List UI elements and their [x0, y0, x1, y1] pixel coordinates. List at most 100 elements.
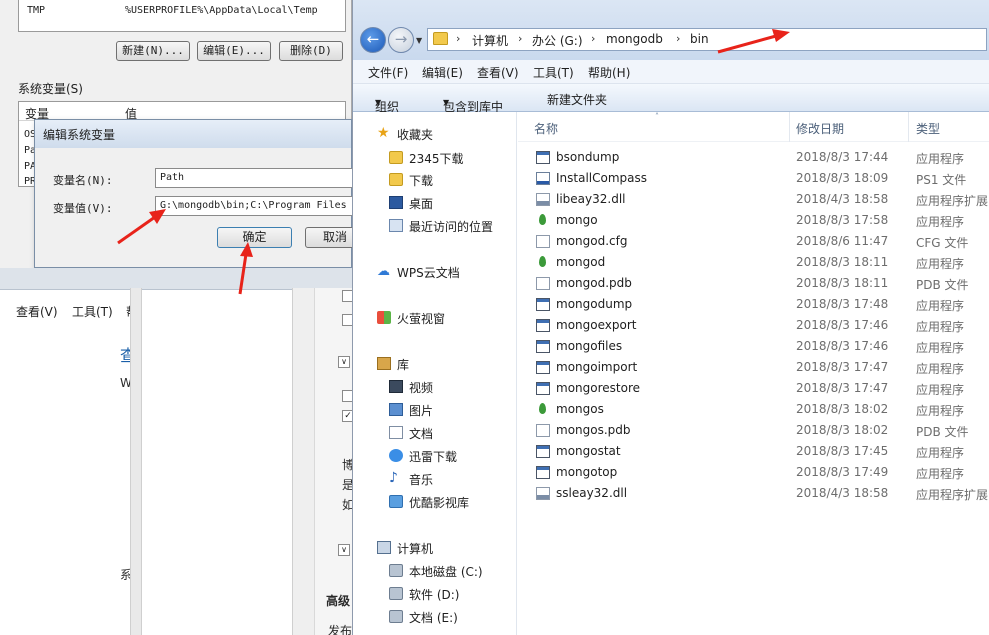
file-modified-date: 2018/8/3 18:02 — [796, 423, 889, 437]
file-row[interactable]: mongod.cfg 2018/8/6 11:47 CFG 文件 — [518, 231, 989, 252]
explorer-window: ← → ▼ › 计算机 › 办公 (G:) › mongodb › bin 文件… — [352, 0, 989, 635]
chevron-down-icon[interactable]: ∨ — [338, 544, 350, 556]
file-row[interactable]: mongos.pdb 2018/8/3 18:02 PDB 文件 — [518, 420, 989, 441]
ok-button[interactable]: 确定 — [217, 227, 292, 248]
user-variables-list[interactable]: TMP %USERPROFILE%\AppData\Local\Temp — [18, 0, 346, 32]
chevron-right-icon[interactable]: › — [676, 32, 680, 45]
column-divider[interactable] — [789, 112, 790, 142]
address-bar[interactable]: › 计算机 › 办公 (G:) › mongodb › bin — [427, 28, 987, 51]
variable-name-label: 变量名(N): — [53, 174, 113, 187]
nav-label: 本地磁盘 (C:) — [409, 565, 483, 579]
file-icon — [536, 277, 550, 290]
file-type: 应用程序 — [916, 299, 965, 313]
cloud-icon: ☁ — [377, 264, 390, 279]
column-type[interactable]: 类型 — [916, 120, 940, 137]
file-icon — [536, 235, 550, 248]
chevron-right-icon[interactable]: › — [591, 32, 595, 45]
mongodb-leaf-icon — [539, 214, 546, 225]
column-name[interactable]: 名称 — [534, 120, 558, 137]
nav-label: 图片 — [409, 404, 434, 418]
nav-label: 库 — [397, 358, 410, 372]
recent-places-icon — [389, 219, 403, 232]
new-button[interactable]: 新建(N)... — [116, 41, 190, 61]
file-row[interactable]: libeay32.dll 2018/4/3 18:58 应用程序扩展 — [518, 189, 989, 210]
file-row[interactable]: mongoimport 2018/8/3 17:47 应用程序 — [518, 357, 989, 378]
nav-label: WPS云文档 — [397, 266, 460, 280]
system-variables-label: 系统变量(S) — [18, 82, 83, 96]
nav-label: 计算机 — [397, 542, 434, 556]
edit-button[interactable]: 编辑(E)... — [197, 41, 271, 61]
nav-label: 下载 — [409, 174, 434, 188]
breadcrumb-drive[interactable]: 办公 (G:) — [532, 32, 583, 49]
file-name: bsondump — [556, 150, 620, 164]
application-icon — [536, 319, 550, 332]
mongodb-leaf-icon — [539, 256, 546, 267]
chevron-down-icon[interactable]: ∨ — [338, 356, 350, 368]
file-name: mongofiles — [556, 339, 623, 353]
background-menubar: 查看(V) 工具(T) 帮 — [0, 298, 140, 320]
file-modified-date: 2018/4/3 18:58 — [796, 192, 889, 206]
breadcrumb-bin[interactable]: bin — [690, 32, 709, 46]
file-type: PS1 文件 — [916, 173, 967, 187]
file-modified-date: 2018/8/3 17:58 — [796, 213, 889, 227]
recent-pages-dropdown[interactable]: ▼ — [416, 36, 422, 45]
breadcrumb-computer[interactable]: 计算机 — [472, 32, 508, 49]
delete-button[interactable]: 删除(D) — [279, 41, 343, 61]
file-type: 应用程序扩展 — [916, 194, 989, 208]
file-row[interactable]: mongostat 2018/8/3 17:45 应用程序 — [518, 441, 989, 462]
menu-edit[interactable]: 编辑(E) — [422, 64, 463, 81]
menu-view[interactable]: 查看(V) — [477, 64, 519, 81]
file-modified-date: 2018/8/3 17:48 — [796, 297, 889, 311]
chevron-right-icon[interactable]: › — [518, 32, 522, 45]
file-type: 应用程序 — [916, 446, 965, 460]
splitter[interactable] — [130, 288, 142, 635]
file-row[interactable]: mongos 2018/8/3 18:02 应用程序 — [518, 399, 989, 420]
file-type: 应用程序 — [916, 257, 965, 271]
file-modified-date: 2018/8/3 17:44 — [796, 150, 889, 164]
file-icon — [536, 424, 550, 437]
file-row[interactable]: bsondump 2018/8/3 17:44 应用程序 — [518, 147, 989, 168]
file-modified-date: 2018/8/3 17:49 — [796, 465, 889, 479]
file-name: libeay32.dll — [556, 192, 626, 206]
file-row[interactable]: mongo 2018/8/3 17:58 应用程序 — [518, 210, 989, 231]
file-row[interactable]: mongod.pdb 2018/8/3 18:11 PDB 文件 — [518, 273, 989, 294]
variable-value-input[interactable]: G:\mongodb\bin;C:\Program Files — [155, 196, 355, 216]
desktop-icon — [389, 196, 403, 209]
star-icon: ★ — [377, 125, 390, 141]
nav-label: 视频 — [409, 381, 434, 395]
breadcrumb-mongodb[interactable]: mongodb — [606, 32, 663, 46]
column-date[interactable]: 修改日期 — [796, 120, 844, 137]
menu-file[interactable]: 文件(F) — [368, 64, 408, 81]
publish-label: 发布 — [328, 624, 353, 635]
script-file-icon — [536, 172, 550, 185]
column-divider[interactable] — [908, 112, 909, 142]
user-var-value: %USERPROFILE%\AppData\Local\Temp — [125, 5, 318, 16]
back-button[interactable]: ← — [360, 27, 386, 53]
file-row[interactable]: mongod 2018/8/3 18:11 应用程序 — [518, 252, 989, 273]
dropdown-arrow-icon: ▼ — [443, 98, 450, 107]
file-modified-date: 2018/4/3 18:58 — [796, 486, 889, 500]
file-row[interactable]: mongofiles 2018/8/3 17:46 应用程序 — [518, 336, 989, 357]
file-row[interactable]: InstallCompass 2018/8/3 18:09 PS1 文件 — [518, 168, 989, 189]
file-row[interactable]: mongotop 2018/8/3 17:49 应用程序 — [518, 462, 989, 483]
variable-name-input[interactable]: Path — [155, 168, 355, 188]
forward-button[interactable]: → — [388, 27, 414, 53]
menu-tools[interactable]: 工具(T) — [72, 303, 113, 320]
menu-help[interactable]: 帮助(H) — [588, 64, 630, 81]
folder-icon — [389, 151, 403, 164]
side-panel — [292, 288, 314, 635]
file-row[interactable]: ssleay32.dll 2018/4/3 18:58 应用程序扩展 — [518, 483, 989, 504]
file-row[interactable]: mongoexport 2018/8/3 17:46 应用程序 — [518, 315, 989, 336]
menu-view[interactable]: 查看(V) — [16, 303, 58, 320]
file-type: 应用程序 — [916, 320, 965, 334]
file-row[interactable]: mongorestore 2018/8/3 17:47 应用程序 — [518, 378, 989, 399]
file-row[interactable]: mongodump 2018/8/3 17:48 应用程序 — [518, 294, 989, 315]
menu-tools[interactable]: 工具(T) — [533, 64, 574, 81]
dll-file-icon — [536, 487, 550, 500]
file-modified-date: 2018/8/3 17:46 — [796, 318, 889, 332]
chevron-right-icon[interactable]: › — [456, 32, 460, 45]
video-icon — [389, 380, 403, 393]
nav-label: 火萤视窗 — [397, 312, 446, 326]
new-folder-button[interactable]: 新建文件夹 — [547, 91, 607, 108]
dll-file-icon — [536, 193, 550, 206]
